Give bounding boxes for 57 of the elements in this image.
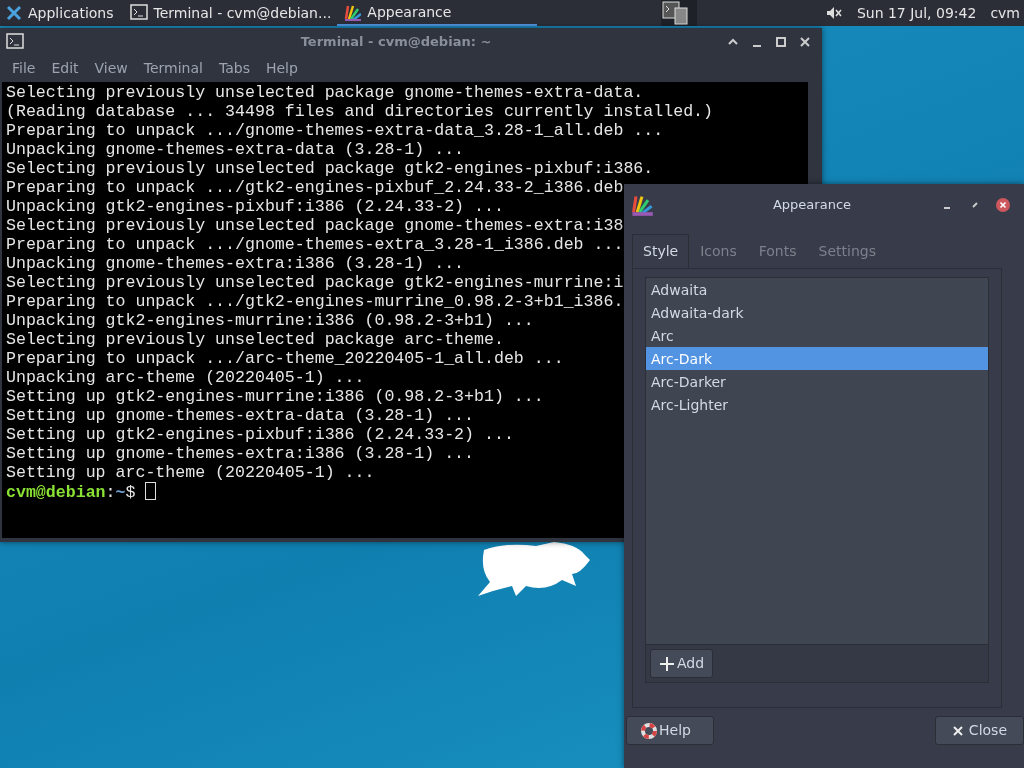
- terminal-line: Unpacking gnome-themes-extra-data (3.28-1) ...: [6, 140, 465, 159]
- xfce-logo-icon: [6, 5, 22, 21]
- tab[interactable]: Style: [632, 234, 690, 268]
- list-item[interactable]: Arc-Darker: [646, 370, 988, 393]
- terminal-line: Setting up gtk2-engines-pixbuf:i386 (2.24.33-2) ...: [6, 425, 514, 444]
- terminal-line: Setting up gtk2-engines-murrine:i386 (0.98.2-3+b1) ...: [6, 387, 544, 406]
- list-item[interactable]: Arc-Lighter: [646, 393, 988, 416]
- menu-item[interactable]: Help: [257, 56, 306, 82]
- close-icon: [951, 724, 964, 737]
- terminal-line: Unpacking gtk2-engines-murrine:i386 (0.98.2-3+b1) ...: [6, 311, 534, 330]
- palette-icon: [630, 193, 654, 217]
- taskbar-button[interactable]: Terminal - cvm@debian...: [123, 0, 338, 26]
- menu-item[interactable]: File: [4, 56, 44, 82]
- terminal-line: Selecting previously unselected package gtk2-engines-pixbuf:i386.: [6, 159, 654, 178]
- terminal-line: Selecting previously unselected package arc-theme.: [6, 330, 504, 349]
- terminal-line: Preparing to unpack .../gtk2-engines-pixbuf_2.24.33-2_i386.deb: [6, 178, 624, 197]
- terminal-line: Unpacking arc-theme (20220405-1) ...: [6, 368, 365, 387]
- terminal-line: Setting up arc-theme (20220405-1) ...: [6, 463, 375, 482]
- close-button[interactable]: Close: [934, 716, 1024, 745]
- applications-menu-button[interactable]: Applications: [0, 0, 120, 26]
- window-title: Appearance: [771, 196, 853, 215]
- menu-item[interactable]: Tabs: [210, 56, 258, 82]
- plus-icon: [659, 655, 675, 672]
- terminal-line: Preparing to unpack .../gnome-themes-extra_3.28-1_i386.deb ...: [6, 235, 624, 254]
- terminal-line: Preparing to unpack .../gtk2-engines-murrine_0.98.2-3+b1_i386.: [6, 292, 624, 311]
- lifebuoy-icon: [641, 722, 657, 739]
- terminal-line: Selecting previously unselected package gtk2-engines-murrine:i: [6, 273, 624, 292]
- palette-icon: [343, 3, 362, 21]
- terminal-icon: [6, 33, 26, 51]
- terminal-line: Preparing to unpack .../arc-theme_20220405-1_all.deb ...: [6, 349, 564, 368]
- workspace-switcher-icon: [660, 0, 697, 26]
- list-item[interactable]: Arc: [646, 324, 988, 347]
- terminal-line: Preparing to unpack .../gnome-themes-extra-data_3.28-1_all.deb ...: [6, 121, 664, 140]
- list-item[interactable]: Adwaita-dark: [646, 301, 988, 324]
- close-icon[interactable]: [996, 198, 1010, 212]
- taskbar-button[interactable]: Appearance: [337, 0, 538, 26]
- terminal-line: Unpacking gtk2-engines-pixbuf:i386 (2.24.33-2) ...: [6, 197, 504, 216]
- text-cursor: [145, 482, 157, 500]
- clock-text: Sun 17 Jul, 09:42: [856, 3, 977, 23]
- terminal-line: Setting up gnome-themes-extra:i386 (3.28-1) ...: [6, 444, 475, 463]
- terminal-line: Unpacking gnome-themes-extra:i386 (3.28-1) ...: [6, 254, 465, 273]
- terminal-line: Selecting previously unselected package gnome-themes-extra:i38: [6, 216, 624, 235]
- menu-item[interactable]: View: [86, 56, 136, 82]
- help-button[interactable]: Help: [626, 716, 714, 745]
- terminal-icon: [129, 4, 148, 22]
- add-button[interactable]: Add: [650, 649, 714, 678]
- menu-item[interactable]: Terminal: [135, 56, 211, 82]
- user-name[interactable]: cvm: [990, 2, 1020, 24]
- close-icon[interactable]: [798, 35, 812, 49]
- window-title: Terminal - cvm@debian: ~: [299, 33, 493, 52]
- terminal-line: Setting up gnome-themes-extra-data (3.28-1) ...: [6, 406, 475, 425]
- maximize-icon[interactable]: [774, 35, 788, 49]
- terminal-line: (Reading database ... 34498 files and directories currently installed.): [6, 102, 713, 121]
- list-item[interactable]: Adwaita: [646, 278, 988, 301]
- menu-item[interactable]: Edit: [43, 56, 87, 82]
- terminal-line: Selecting previously unselected package gnome-themes-extra-data.: [6, 83, 644, 102]
- terminal-prompt: cvm@debian:~$: [6, 482, 157, 502]
